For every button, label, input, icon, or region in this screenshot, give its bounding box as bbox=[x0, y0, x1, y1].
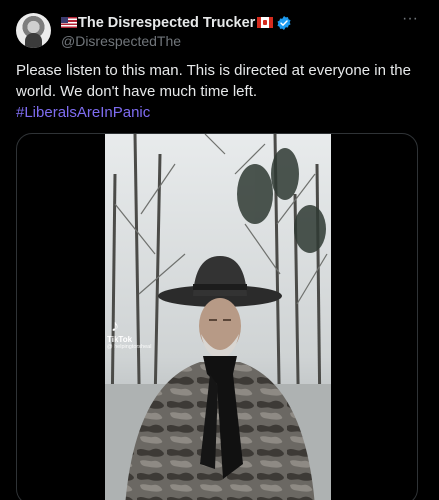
tweet-header: The Disrespected Trucker @DisrespectedTh… bbox=[16, 11, 423, 49]
canada-flag-icon bbox=[257, 17, 274, 28]
author-name-row[interactable]: The Disrespected Trucker bbox=[61, 13, 292, 32]
tweet-body: Please listen to this man. This is direc… bbox=[16, 62, 411, 100]
tiktok-username: @ helpingtorsheal bbox=[107, 344, 152, 350]
avatar[interactable] bbox=[16, 13, 51, 48]
more-options-icon[interactable]: ··· bbox=[401, 11, 419, 31]
tiktok-logo-icon: ♪ bbox=[111, 318, 119, 335]
tweet-text: Please listen to this man. This is direc… bbox=[16, 60, 423, 123]
author-handle[interactable]: @DisrespectedThe bbox=[61, 33, 292, 49]
hashtag-link[interactable]: #LiberalsAreInPanic bbox=[16, 102, 423, 123]
verified-badge-icon bbox=[277, 15, 291, 30]
video-frame[interactable]: ♪ TikTok @ helpingtorsheal bbox=[105, 134, 331, 500]
video-player[interactable]: ♪ TikTok @ helpingtorsheal bbox=[16, 133, 418, 500]
video-still-image bbox=[105, 134, 331, 500]
author-display-name[interactable]: The Disrespected Trucker bbox=[78, 15, 255, 31]
us-flag-icon bbox=[61, 17, 77, 28]
author-block: The Disrespected Trucker @DisrespectedTh… bbox=[61, 13, 292, 49]
tiktok-watermark: ♪ TikTok @ helpingtorsheal bbox=[107, 318, 152, 351]
tweet: The Disrespected Trucker @DisrespectedTh… bbox=[0, 0, 439, 500]
tiktok-label: TikTok bbox=[107, 335, 133, 344]
